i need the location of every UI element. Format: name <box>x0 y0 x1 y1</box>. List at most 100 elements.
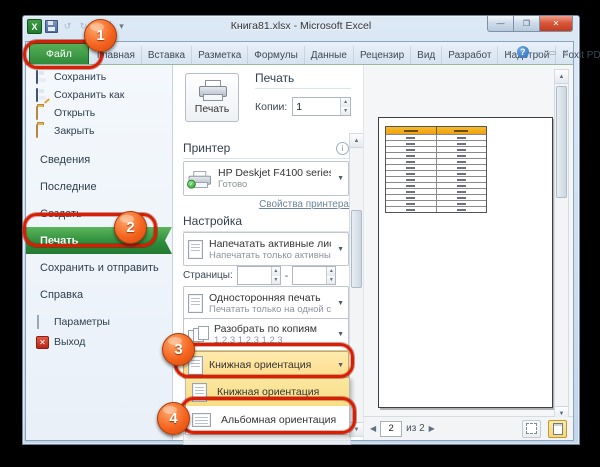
next-page-icon[interactable]: ▶ <box>429 424 435 433</box>
duplex-dropdown[interactable]: Односторонняя печать Печатать только на … <box>183 286 349 320</box>
zoom-to-page-button[interactable] <box>548 420 567 438</box>
sidebar-item-open[interactable]: Открыть <box>26 104 172 122</box>
tab-data[interactable]: Данные <box>305 46 354 64</box>
backstage-sidebar: Сохранить Сохранить как Открыть Закрыть <box>26 65 173 440</box>
preview-scrollbar[interactable]: ▲ ▼ <box>554 69 569 421</box>
excel-app-icon[interactable]: X <box>27 19 42 34</box>
settings-scrollbar[interactable]: ▲ ▼ <box>349 133 364 437</box>
zoom-page-icon <box>553 423 563 435</box>
doc-minimize-icon[interactable]: — <box>535 48 543 57</box>
minimize-button[interactable]: — <box>487 16 514 32</box>
sidebar-item-label: Справка <box>40 289 83 301</box>
copies-input[interactable] <box>293 98 340 115</box>
divider <box>255 88 351 89</box>
scrollbar-track[interactable] <box>350 148 363 422</box>
sidebar-item-label: Выход <box>54 336 85 348</box>
window-controls: — ❐ ✕ <box>487 16 573 32</box>
page-count-label: из 2 <box>406 423 425 434</box>
annotation-balloon-1: 1 <box>84 19 117 52</box>
tab-formulas[interactable]: Формулы <box>248 46 305 64</box>
sidebar-item-label: Параметры <box>54 316 110 328</box>
spinner-down-icon[interactable]: ▼ <box>327 276 335 285</box>
doc-restore-icon[interactable]: ▭ <box>549 48 557 57</box>
tab-review[interactable]: Рецензир <box>354 46 411 64</box>
info-icon[interactable]: i <box>336 142 349 155</box>
printer-dropdown[interactable]: ✓ HP Deskjet F4100 series Готово ▼ <box>183 161 349 196</box>
preview-table-cell <box>437 183 487 188</box>
scrollbar-track[interactable] <box>555 84 568 406</box>
qat-customize-icon[interactable]: ▾ <box>115 20 128 33</box>
ribbon-collapse-icon[interactable]: ▴ <box>507 48 511 57</box>
print-button[interactable]: Печать <box>185 73 239 122</box>
tab-insert[interactable]: Вставка <box>142 46 192 64</box>
print-section-header: Печать <box>255 71 351 85</box>
tab-view[interactable]: Вид <box>411 46 442 64</box>
printer-properties-link[interactable]: Свойства принтера <box>259 199 349 210</box>
sidebar-item-label: Сохранить <box>54 71 106 83</box>
sidebar-item-save[interactable]: Сохранить <box>26 68 172 86</box>
collate-label: Разобрать по копиям <box>214 323 331 335</box>
options-icon <box>36 316 48 328</box>
copies-label: Копии: <box>255 101 287 113</box>
tab-developer[interactable]: Разработ <box>442 46 498 64</box>
current-page-input[interactable] <box>380 421 402 437</box>
sidebar-item-help[interactable]: Справка <box>26 281 172 308</box>
preview-table-cell <box>437 147 487 152</box>
preview-table-cell <box>386 127 437 134</box>
preview-table-row <box>386 158 486 164</box>
scroll-up-icon[interactable]: ▲ <box>555 70 568 84</box>
exit-icon: ✕ <box>36 336 48 348</box>
annotation-balloon-2: 2 <box>114 211 147 244</box>
preview-table-cell <box>437 189 487 194</box>
sidebar-item-label: Сохранить и отправить <box>40 262 159 274</box>
scrollbar-thumb[interactable] <box>351 210 362 288</box>
pages-from-stepper[interactable]: ▲▼ <box>237 266 281 285</box>
preview-table-row <box>386 188 486 194</box>
sidebar-item-label: Закрыть <box>54 125 94 137</box>
duplex-label: Односторонняя печать <box>209 292 331 304</box>
print-preview-pane: ▲ ▼ ◀ из 2 ▶ <box>363 65 573 440</box>
print-settings-panel: Печать Печать Копии: ▲ ▼ <box>173 65 363 440</box>
sheet-icon <box>188 240 203 259</box>
undo-icon[interactable]: ↺ <box>61 20 74 33</box>
pages-to-input[interactable] <box>293 267 326 284</box>
printer-section-header: Принтер <box>183 141 230 155</box>
printer-ready-icon: ✓ <box>187 179 196 188</box>
preview-table-cell <box>386 165 437 170</box>
show-margins-button[interactable] <box>522 420 541 438</box>
tab-row-icons: ▴ ? — ▭ ✕ <box>507 46 569 58</box>
close-button[interactable]: ✕ <box>540 16 573 32</box>
pages-to-stepper[interactable]: ▲▼ <box>292 266 336 285</box>
sidebar-item-save-send[interactable]: Сохранить и отправить <box>26 254 172 281</box>
copies-spin-buttons[interactable]: ▲ ▼ <box>340 98 350 115</box>
preview-surface: ▲ ▼ <box>364 65 573 417</box>
tab-page-layout[interactable]: Разметка <box>192 46 248 64</box>
preview-table-row <box>386 206 486 212</box>
pages-from-input[interactable] <box>238 267 271 284</box>
one-sided-page-icon <box>188 294 203 313</box>
spinner-up-icon[interactable]: ▲ <box>327 267 335 276</box>
previous-page-icon[interactable]: ◀ <box>370 424 376 433</box>
sidebar-item-recent[interactable]: Последние <box>26 173 172 200</box>
help-icon[interactable]: ? <box>517 46 529 58</box>
spinner-up-icon[interactable]: ▲ <box>272 267 280 276</box>
copies-stepper[interactable]: ▲ ▼ <box>292 97 351 116</box>
spinner-up-icon[interactable]: ▲ <box>341 98 350 107</box>
sidebar-item-options[interactable]: Параметры <box>26 312 172 332</box>
spinner-down-icon[interactable]: ▼ <box>341 107 350 116</box>
annotation-circle-landscape-item <box>180 397 356 434</box>
sidebar-item-close[interactable]: Закрыть <box>26 122 172 140</box>
doc-close-icon[interactable]: ✕ <box>562 48 569 57</box>
preview-footer: ◀ из 2 ▶ <box>364 417 573 440</box>
scroll-up-icon[interactable]: ▲ <box>350 134 363 148</box>
save-icon[interactable] <box>45 20 58 33</box>
sidebar-item-exit[interactable]: ✕ Выход <box>26 332 172 352</box>
sidebar-item-info[interactable]: Сведения <box>26 146 172 173</box>
preview-table-cell <box>386 135 437 140</box>
sidebar-item-save-as[interactable]: Сохранить как <box>26 86 172 104</box>
print-what-dropdown[interactable]: Напечатать активные листы Напечатать тол… <box>183 232 349 266</box>
preview-table-cell <box>386 201 437 206</box>
restore-button[interactable]: ❐ <box>514 16 540 32</box>
scrollbar-thumb[interactable] <box>556 86 567 198</box>
spinner-down-icon[interactable]: ▼ <box>272 276 280 285</box>
